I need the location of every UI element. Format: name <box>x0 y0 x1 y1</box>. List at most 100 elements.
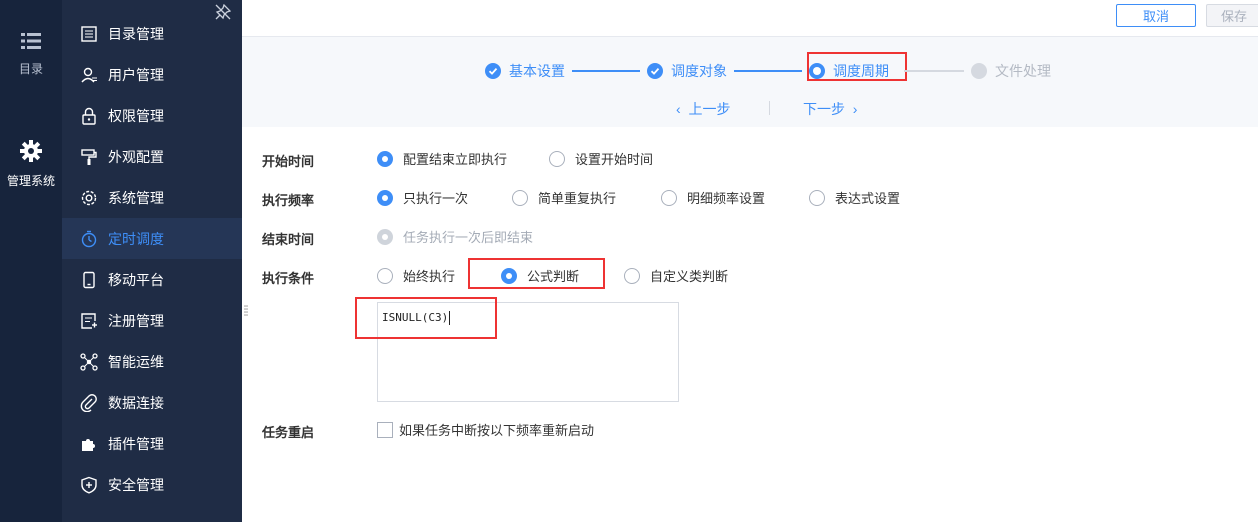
step-wizard: 基本设置 调度对象 调度周期 文件处理 ‹ 上一步 下一步 › <box>242 37 1258 127</box>
checkbox-unchecked-icon <box>377 421 393 438</box>
radio-unchecked-icon <box>549 150 565 167</box>
radio-disabled-icon <box>377 228 393 245</box>
highlight-box <box>355 297 497 339</box>
sidebar-item-appearance[interactable]: 外观配置 <box>62 136 242 177</box>
sidebar-item-label: 移动平台 <box>108 271 164 288</box>
step-connector <box>572 70 640 72</box>
sidebar-item-label: 插件管理 <box>108 435 164 452</box>
rail-management-system[interactable]: 管理系统 <box>0 140 62 189</box>
sidebar-item-label: 安全管理 <box>108 476 164 493</box>
step-basic-settings[interactable]: 基本设置 <box>485 61 565 81</box>
rail-directory[interactable]: 目录 <box>0 32 62 77</box>
sidebar-item-registration[interactable]: 注册管理 <box>62 300 242 341</box>
step-label: 文件处理 <box>995 63 1051 79</box>
sidebar-item-permissions[interactable]: 权限管理 <box>62 95 242 136</box>
list-icon <box>81 25 97 42</box>
radio-label: 自定义类判断 <box>650 269 729 284</box>
frequency-label: 执行频率 <box>262 193 315 208</box>
radio-start-immediately[interactable]: 配置结束立即执行 <box>377 149 507 168</box>
sidebar-item-label: 系统管理 <box>108 189 164 206</box>
schedule-period-form: 开始时间 配置结束立即执行 设置开始时间 执行频率 只执行一次 简单重复执行 明… <box>242 127 1258 522</box>
radio-label: 只执行一次 <box>403 191 469 206</box>
gear-icon <box>20 140 42 162</box>
highlight-box <box>807 52 907 81</box>
radio-label: 始终执行 <box>403 269 456 284</box>
sidebar-item-label: 注册管理 <box>108 312 164 329</box>
restart-label: 任务重启 <box>262 425 315 440</box>
radio-always-run[interactable]: 始终执行 <box>377 266 455 285</box>
radio-expression[interactable]: 表达式设置 <box>809 188 900 207</box>
radio-checked-icon <box>377 189 393 206</box>
step-file-processing[interactable]: 文件处理 <box>971 61 1051 81</box>
start-time-label: 开始时间 <box>262 154 315 169</box>
check-circle-icon <box>485 63 501 79</box>
paperclip-icon <box>80 393 97 412</box>
radio-unchecked-icon <box>512 189 528 206</box>
condition-label: 执行条件 <box>262 271 315 286</box>
lock-icon <box>82 107 96 125</box>
radio-label: 简单重复执行 <box>538 191 617 206</box>
sidebar-item-mobile[interactable]: 移动平台 <box>62 259 242 300</box>
radio-end-after-once: 任务执行一次后即结束 <box>377 227 533 246</box>
pager-divider <box>769 101 770 115</box>
sidebar-item-label: 智能运维 <box>108 353 164 370</box>
sidebar-item-data-connection[interactable]: 数据连接 <box>62 382 242 423</box>
rail-system-label: 管理系统 <box>6 174 55 188</box>
sidebar: 目录管理 用户管理 权限管理 外观配置 系统管理 定时调度 移动平台 注册管理 <box>62 0 242 522</box>
sidebar-item-label: 外观配置 <box>108 148 164 165</box>
radio-unchecked-icon <box>624 267 640 284</box>
checkbox-label: 如果任务中断按以下频率重新启动 <box>399 423 595 438</box>
next-step-label: 下一步 <box>803 101 845 117</box>
radio-label: 任务执行一次后即结束 <box>403 230 534 245</box>
radio-unchecked-icon <box>809 189 825 206</box>
step-connector <box>904 70 964 72</box>
sidebar-item-directory[interactable]: 目录管理 <box>62 13 242 54</box>
radio-run-once[interactable]: 只执行一次 <box>377 188 468 207</box>
end-time-label: 结束时间 <box>262 232 315 247</box>
prev-step-label: 上一步 <box>688 101 731 117</box>
step-schedule-object[interactable]: 调度对象 <box>647 61 727 81</box>
sidebar-item-label: 目录管理 <box>108 25 164 42</box>
radio-label: 设置开始时间 <box>575 152 654 167</box>
pending-step-icon <box>971 63 987 79</box>
sidebar-item-label: 定时调度 <box>108 230 164 247</box>
cancel-button[interactable]: 取消 <box>1116 4 1196 27</box>
prev-step-button[interactable]: ‹ 上一步 <box>676 99 730 119</box>
radio-set-start-time[interactable]: 设置开始时间 <box>549 149 653 168</box>
sidebar-item-system[interactable]: 系统管理 <box>62 177 242 218</box>
save-button[interactable]: 保存 <box>1206 4 1258 27</box>
sidebar-nav: 目录管理 用户管理 权限管理 外观配置 系统管理 定时调度 移动平台 注册管理 <box>62 13 242 505</box>
restart-checkbox[interactable]: 如果任务中断按以下频率重新启动 <box>377 420 594 439</box>
check-circle-icon <box>647 63 663 79</box>
sidebar-item-plugins[interactable]: 插件管理 <box>62 423 242 464</box>
chevron-right-icon: › <box>852 101 858 117</box>
radio-label: 明细频率设置 <box>687 191 766 206</box>
next-step-button[interactable]: 下一步 › <box>803 99 857 119</box>
highlight-box <box>468 258 605 289</box>
gear-icon <box>81 190 97 205</box>
network-icon <box>80 352 98 371</box>
mobile-icon <box>83 271 95 288</box>
step-connector <box>734 70 802 72</box>
radio-label: 配置结束立即执行 <box>403 152 508 167</box>
radio-unchecked-icon <box>661 189 677 206</box>
rail-directory-label: 目录 <box>18 62 43 76</box>
sidebar-item-security[interactable]: 安全管理 <box>62 464 242 505</box>
radio-simple-repeat[interactable]: 简单重复执行 <box>512 188 616 207</box>
radio-detailed-frequency[interactable]: 明细频率设置 <box>661 188 765 207</box>
radio-unchecked-icon <box>377 267 393 284</box>
sidebar-item-users[interactable]: 用户管理 <box>62 54 242 95</box>
sidebar-item-ops[interactable]: 智能运维 <box>62 341 242 382</box>
sidebar-item-label: 权限管理 <box>108 107 164 124</box>
radio-checked-icon <box>377 150 393 167</box>
user-icon <box>81 67 97 82</box>
step-label: 调度对象 <box>671 63 727 79</box>
step-label: 基本设置 <box>509 63 565 79</box>
puzzle-icon <box>82 438 95 451</box>
sidebar-item-scheduling[interactable]: 定时调度 <box>62 218 242 259</box>
sidebar-item-label: 数据连接 <box>108 394 164 411</box>
paint-roller-icon <box>81 148 97 165</box>
stopwatch-icon <box>81 230 97 247</box>
radio-custom-class[interactable]: 自定义类判断 <box>624 266 728 285</box>
list-icon <box>21 33 41 49</box>
